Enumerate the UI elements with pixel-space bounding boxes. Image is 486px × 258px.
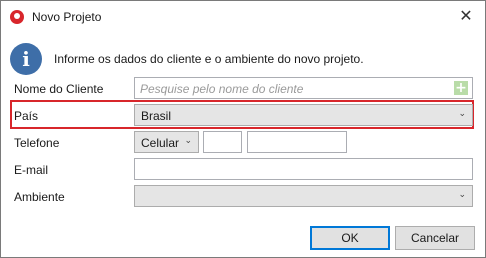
telefone-numero-input[interactable] [247,131,347,153]
pais-select[interactable]: Brasil ⌄ [134,104,473,126]
ambiente-select[interactable]: ⌄ [134,185,473,207]
info-message: Informe os dados do cliente e o ambiente… [54,52,364,66]
cliente-placeholder: Pesquise pelo nome do cliente [140,82,304,96]
info-icon: i [10,43,42,75]
window-title: Novo Projeto [32,10,102,24]
title-bar: Novo Projeto ✕ [1,1,485,33]
telefone-ddd-input[interactable] [203,131,242,153]
pais-value: Brasil [141,109,172,123]
telefone-label: Telefone [14,136,60,150]
add-client-button[interactable]: + [454,81,468,95]
ok-button[interactable]: OK [310,226,390,250]
chevron-down-icon: ⌄ [458,189,466,199]
cancel-button[interactable]: Cancelar [395,226,475,250]
chevron-down-icon: ⌄ [184,135,192,145]
dialog-window: Novo Projeto ✕ i Informe os dados do cli… [0,0,486,258]
cliente-search-input[interactable]: Pesquise pelo nome do cliente + [134,77,473,99]
pais-label: País [14,109,39,123]
telefone-type-value: Celular [141,136,180,150]
app-logo-icon [10,10,24,24]
close-icon[interactable]: ✕ [453,5,479,29]
email-label: E-mail [14,163,49,177]
email-field[interactable] [134,158,473,180]
ambiente-label: Ambiente [14,190,65,204]
telefone-type-select[interactable]: Celular ⌄ [134,131,199,153]
cliente-label: Nome do Cliente [14,82,104,96]
chevron-down-icon: ⌄ [458,108,466,118]
